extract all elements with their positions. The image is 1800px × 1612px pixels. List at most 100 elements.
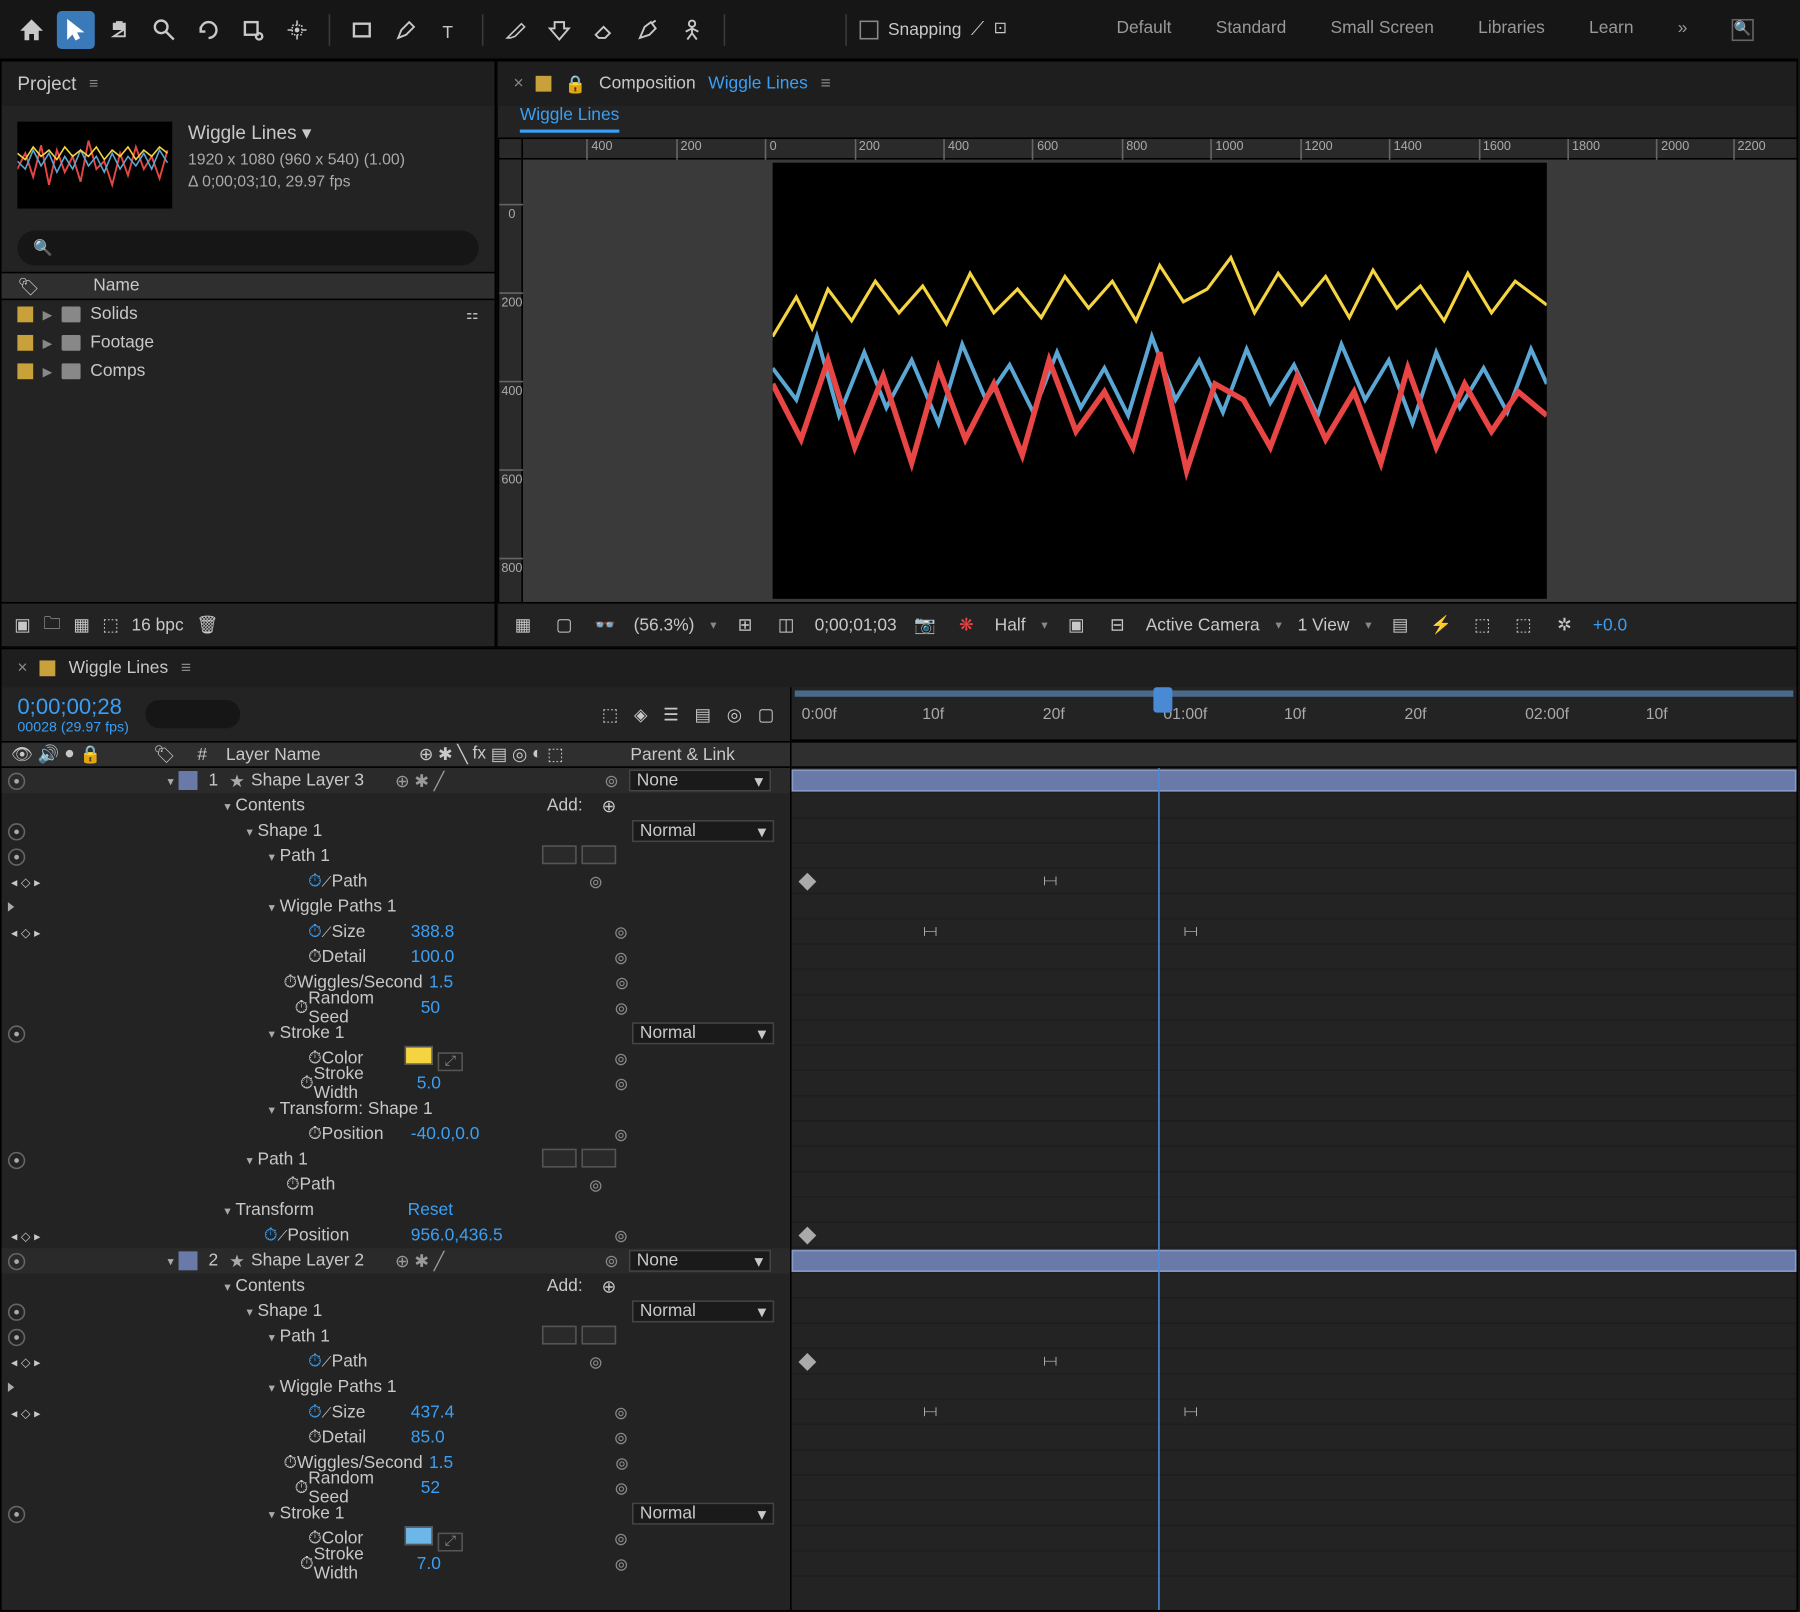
stopwatch-icon[interactable]: ⏱: [295, 1478, 309, 1499]
color-swatch[interactable]: [404, 1046, 432, 1065]
channels-icon[interactable]: ❋: [954, 612, 979, 637]
link-icon[interactable]: ⊚: [610, 1553, 632, 1575]
bpc-label[interactable]: 16 bpc: [131, 615, 183, 634]
timeline-ruler[interactable]: 0:00f 10f 20f 01:00f 10f 20f 02:00f 10f: [792, 687, 1797, 741]
rectangle-tool[interactable]: [343, 10, 381, 48]
prop-row[interactable]: ◂ ◇ ▸⏱ ⟋ Size388.8⊚: [2, 920, 790, 945]
mask-mode[interactable]: [542, 845, 577, 864]
link-icon[interactable]: ⊚: [610, 1401, 632, 1423]
label-swatch[interactable]: [17, 307, 33, 323]
active-camera[interactable]: Active Camera: [1146, 615, 1260, 634]
anchor-tool[interactable]: [278, 10, 316, 48]
interpret-icon[interactable]: ▣: [14, 615, 30, 636]
text-tool[interactable]: T: [431, 10, 469, 48]
keyframe[interactable]: [799, 1353, 817, 1371]
layer-bar[interactable]: [792, 1250, 1797, 1272]
selection-tool[interactable]: [57, 10, 95, 48]
twirl-icon[interactable]: ▶: [43, 336, 53, 350]
link-icon[interactable]: ⊚: [610, 1528, 632, 1550]
switch-icon[interactable]: ⊕: [419, 744, 434, 765]
link-icon[interactable]: ⊚: [612, 1452, 632, 1474]
project-item-solids[interactable]: ▶Solids ⚏: [2, 300, 495, 328]
ruler-horizontal[interactable]: 400 200 0 200 400 600 800 1000 1200 1400…: [523, 137, 1796, 159]
layer-bar[interactable]: [792, 769, 1797, 791]
orbit-tool[interactable]: [190, 10, 228, 48]
clone-tool[interactable]: [540, 10, 578, 48]
prop-row[interactable]: ⏱ Position-40.0,0.0⊚: [2, 1122, 790, 1147]
link-icon[interactable]: ⊚: [610, 1427, 632, 1449]
timeline-tab[interactable]: Wiggle Lines: [69, 659, 169, 678]
draft3d-icon[interactable]: ◈: [634, 704, 647, 725]
prop-row[interactable]: ⏱ Detail85.0⊚: [2, 1425, 790, 1450]
exposure[interactable]: +0.0: [1593, 615, 1627, 634]
lock-col-icon[interactable]: 🔒: [80, 744, 102, 765]
prop-row[interactable]: ▾TransformReset: [2, 1198, 790, 1223]
link-icon[interactable]: ⊚: [611, 1477, 632, 1499]
cti-line[interactable]: [1158, 768, 1160, 1610]
color-swatch[interactable]: [404, 1527, 432, 1546]
zoom-level[interactable]: (56.3%): [634, 615, 695, 634]
timecode[interactable]: 0;00;00;28: [17, 694, 128, 719]
mask-mode[interactable]: [581, 1148, 616, 1167]
lock-icon[interactable]: 🔒: [565, 73, 587, 94]
layer-row[interactable]: ▾ 2 ★ Shape Layer 2 ⊕ ✱ ╱ ⊚None▾: [2, 1248, 790, 1273]
nav-icon[interactable]: [8, 902, 14, 911]
adj-icon[interactable]: ✲: [1552, 612, 1577, 637]
snap-icon[interactable]: ⟋: [971, 17, 984, 41]
label-swatch[interactable]: [179, 771, 198, 790]
keyframe-ease[interactable]: [1043, 875, 1059, 888]
viewer-subtab[interactable]: Wiggle Lines: [520, 106, 620, 133]
viewer-comp-name[interactable]: Wiggle Lines: [708, 74, 808, 93]
twirl-icon[interactable]: ▶: [43, 364, 53, 378]
snap-icon2[interactable]: ⊡: [994, 21, 1007, 38]
stopwatch-icon[interactable]: ⏱: [283, 972, 297, 993]
grid2-icon[interactable]: ⊟: [1105, 612, 1130, 637]
prop-row[interactable]: ◂ ◇ ▸⏱ ⟋ Size437.4⊚: [2, 1400, 790, 1425]
comp-thumbnail[interactable]: [17, 122, 172, 209]
prop-value[interactable]: 7.0: [410, 1555, 610, 1574]
prop-value[interactable]: 50: [414, 999, 610, 1018]
motionblur-icon[interactable]: ◎: [727, 704, 742, 725]
glasses-icon[interactable]: 👓: [593, 612, 618, 637]
prop-value[interactable]: 100.0: [404, 948, 609, 967]
stopwatch-icon[interactable]: ⏱: [308, 1402, 322, 1423]
keyframe-ease[interactable]: [922, 926, 938, 939]
keyframe[interactable]: [799, 873, 817, 891]
link-icon[interactable]: ⊚: [610, 1048, 632, 1070]
visibility-toggle[interactable]: [8, 772, 25, 789]
comp-flowchart-icon[interactable]: ⬚: [602, 704, 618, 725]
stopwatch-icon[interactable]: ⏱: [308, 1428, 322, 1449]
stopwatch-icon[interactable]: ⏱: [300, 1554, 314, 1575]
brush-tool[interactable]: [496, 10, 534, 48]
project-item-footage[interactable]: ▶Footage: [2, 329, 495, 357]
stopwatch-icon[interactable]: ⏱: [283, 1453, 297, 1474]
link-icon[interactable]: ⊚: [610, 1225, 632, 1247]
workspace-learn[interactable]: Learn: [1589, 18, 1633, 40]
timeline-search[interactable]: [145, 700, 240, 728]
mask-icon[interactable]: ▢: [551, 612, 576, 637]
link-icon[interactable]: ⊚: [585, 1351, 607, 1373]
new-comp-icon[interactable]: ▦: [73, 615, 89, 636]
prop-row[interactable]: ⏱ Random Seed52⊚: [2, 1476, 790, 1501]
parent-col[interactable]: Parent & Link: [624, 745, 790, 764]
label-col-icon[interactable]: 🏷: [153, 746, 175, 765]
link-icon[interactable]: ⊚: [610, 946, 632, 968]
snapshot-icon[interactable]: 📷: [913, 612, 938, 637]
prop-row[interactable]: ▾Path 1: [2, 1147, 790, 1172]
prop-row[interactable]: ◂ ◇ ▸⏱ ⟋ Path⊚: [2, 1349, 790, 1374]
pickwhip-icon[interactable]: ⊚: [600, 769, 622, 791]
frameblend-icon[interactable]: ▤: [695, 704, 711, 725]
layer-row[interactable]: ▾ 1 ★ Shape Layer 3 ⊕ ✱ ╱ ⊚None▾: [2, 768, 790, 793]
reset-button[interactable]: Reset: [401, 1201, 606, 1220]
panel-menu-icon[interactable]: ≡: [89, 75, 98, 92]
snapping-checkbox[interactable]: [860, 20, 879, 39]
puppet-tool[interactable]: [673, 10, 711, 48]
mask-mode[interactable]: [581, 845, 616, 864]
solo-col-icon[interactable]: ●: [64, 744, 75, 765]
prop-row[interactable]: ▾Transform: Shape 1: [2, 1097, 790, 1122]
add-icon[interactable]: ⊕: [602, 796, 617, 817]
fast-icon[interactable]: ⚡: [1429, 612, 1454, 637]
prop-row[interactable]: ⏱ Stroke Width5.0⊚: [2, 1071, 790, 1096]
stopwatch-icon[interactable]: ⏱: [308, 1124, 322, 1145]
stopwatch-icon[interactable]: ⏱: [308, 871, 322, 892]
